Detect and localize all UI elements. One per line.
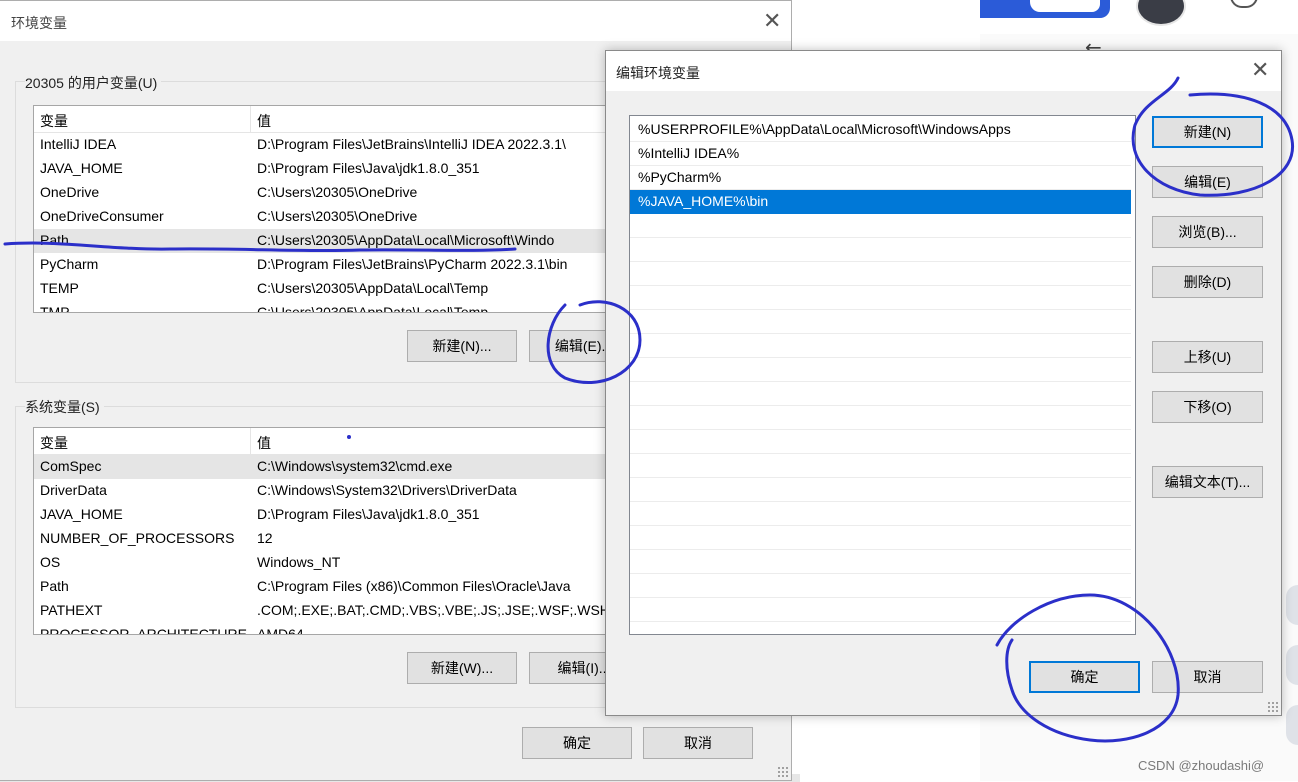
var-value: C:\Windows\System32\Drivers\DriverData — [257, 482, 517, 498]
close-icon[interactable]: ✕ — [763, 10, 781, 32]
list-item-empty[interactable] — [630, 286, 1131, 310]
move-down-button[interactable]: 下移(O) — [1152, 391, 1263, 423]
env-ok-button[interactable]: 确定 — [522, 727, 632, 759]
var-value: D:\Program Files\JetBrains\IntelliJ IDEA… — [257, 136, 566, 152]
var-name: OneDrive — [40, 184, 100, 200]
list-item-empty[interactable] — [630, 262, 1131, 286]
system-new-button[interactable]: 新建(W)... — [407, 652, 517, 684]
var-name: NUMBER_OF_PROCESSORS — [40, 530, 235, 546]
resize-grip[interactable] — [777, 766, 789, 778]
delete-button[interactable]: 删除(D) — [1152, 266, 1263, 298]
list-item-empty[interactable] — [630, 430, 1131, 454]
list-item-empty[interactable] — [630, 382, 1131, 406]
side-toolbar-tab[interactable] — [1286, 585, 1298, 625]
new-entry-button[interactable]: 新建(N) — [1152, 116, 1263, 148]
list-item-empty[interactable] — [630, 310, 1131, 334]
list-item[interactable]: %USERPROFILE%\AppData\Local\Microsoft\Wi… — [630, 118, 1131, 142]
var-name: Path — [40, 232, 69, 248]
watermark: CSDN @zhoudashi@ — [1138, 758, 1265, 773]
env-cancel-button[interactable]: 取消 — [643, 727, 753, 759]
column-header-variable[interactable]: 变量 — [40, 433, 68, 453]
column-header-value[interactable]: 值 — [257, 111, 271, 131]
var-value: .COM;.EXE;.BAT;.CMD;.VBS;.VBE;.JS;.JSE;.… — [257, 602, 610, 618]
var-value: C:\Users\20305\AppData\Local\Microsoft\W… — [257, 232, 555, 248]
edit-entry-button[interactable]: 编辑(E) — [1152, 166, 1263, 198]
user-new-button[interactable]: 新建(N)... — [407, 330, 517, 362]
path-entry: %JAVA_HOME%\bin — [638, 193, 769, 209]
var-name: Path — [40, 578, 69, 594]
var-name: OS — [40, 554, 61, 570]
edit-cancel-button[interactable]: 取消 — [1152, 661, 1263, 693]
var-name: JAVA_HOME — [40, 506, 123, 522]
background-banner — [980, 0, 1110, 18]
browse-button[interactable]: 浏览(B)... — [1152, 216, 1263, 248]
list-item-empty[interactable] — [630, 358, 1131, 382]
var-value: C:\Users\20305\AppData\Local\Temp — [257, 304, 489, 313]
side-toolbar-tab[interactable] — [1286, 705, 1298, 745]
column-header-variable[interactable]: 变量 — [40, 111, 68, 131]
var-name: JAVA_HOME — [40, 160, 123, 176]
var-value: C:\Windows\system32\cmd.exe — [257, 458, 453, 474]
var-value: AMD64 — [257, 626, 304, 635]
var-value: C:\Program Files (x86)\Common Files\Orac… — [257, 578, 571, 594]
list-item-empty[interactable] — [630, 502, 1131, 526]
move-up-button[interactable]: 上移(U) — [1152, 341, 1263, 373]
close-icon[interactable]: ✕ — [1251, 59, 1269, 81]
var-value: Windows_NT — [257, 554, 341, 570]
edit-ok-button[interactable]: 确定 — [1029, 661, 1140, 693]
list-item-empty[interactable] — [630, 550, 1131, 574]
list-item-empty[interactable] — [630, 598, 1131, 622]
path-entry: %USERPROFILE%\AppData\Local\Microsoft\Wi… — [638, 121, 1011, 137]
dialog-title: 环境变量 — [11, 15, 67, 31]
var-name: PyCharm — [40, 256, 99, 272]
edit-text-button[interactable]: 编辑文本(T)... — [1152, 466, 1263, 498]
list-item-empty[interactable] — [630, 238, 1131, 262]
list-item[interactable]: %IntelliJ IDEA% — [630, 142, 1131, 166]
system-vars-group-label: 系统变量(S) — [25, 397, 104, 417]
edit-environment-variable-dialog: 编辑环境变量 ✕ %USERPROFILE%\AppData\Local\Mic… — [605, 50, 1282, 716]
dialog-titlebar: 编辑环境变量 ✕ — [606, 51, 1281, 91]
list-item[interactable]: %PyCharm% — [630, 166, 1131, 190]
path-entry: %IntelliJ IDEA% — [638, 145, 740, 161]
path-entries-list[interactable]: %USERPROFILE%\AppData\Local\Microsoft\Wi… — [629, 115, 1136, 635]
var-name: OneDriveConsumer — [40, 208, 164, 224]
var-name: PATHEXT — [40, 602, 103, 618]
list-item-empty[interactable] — [630, 406, 1131, 430]
list-item-selected[interactable]: %JAVA_HOME%\bin — [630, 190, 1131, 214]
list-item-empty[interactable] — [630, 526, 1131, 550]
side-toolbar-tab[interactable] — [1286, 645, 1298, 685]
var-name: IntelliJ IDEA — [40, 136, 117, 152]
var-name: PROCESSOR_ARCHITECTURE — [40, 626, 247, 635]
resize-grip[interactable] — [1267, 701, 1279, 713]
user-vars-group-label: 20305 的用户变量(U) — [25, 73, 162, 93]
var-name: TEMP — [40, 280, 79, 296]
var-value: D:\Program Files\JetBrains\PyCharm 2022.… — [257, 256, 568, 272]
var-value: 12 — [257, 530, 273, 546]
dialog-title: 编辑环境变量 — [616, 65, 700, 81]
list-item-empty[interactable] — [630, 454, 1131, 478]
var-name: TMP — [40, 304, 70, 313]
path-entry: %PyCharm% — [638, 169, 722, 185]
list-item-empty[interactable] — [630, 214, 1131, 238]
var-value: D:\Program Files\Java\jdk1.8.0_351 — [257, 160, 480, 176]
var-value: C:\Users\20305\OneDrive — [257, 208, 418, 224]
list-item-empty[interactable] — [630, 334, 1131, 358]
list-item-empty[interactable] — [630, 574, 1131, 598]
var-name: ComSpec — [40, 458, 102, 474]
var-name: DriverData — [40, 482, 107, 498]
var-value: C:\Users\20305\AppData\Local\Temp — [257, 280, 489, 296]
dialog-titlebar: 环境变量 ✕ — [0, 1, 791, 41]
var-value: D:\Program Files\Java\jdk1.8.0_351 — [257, 506, 480, 522]
var-value: C:\Users\20305\OneDrive — [257, 184, 418, 200]
list-item-empty[interactable] — [630, 478, 1131, 502]
column-header-value[interactable]: 值 — [257, 433, 271, 453]
